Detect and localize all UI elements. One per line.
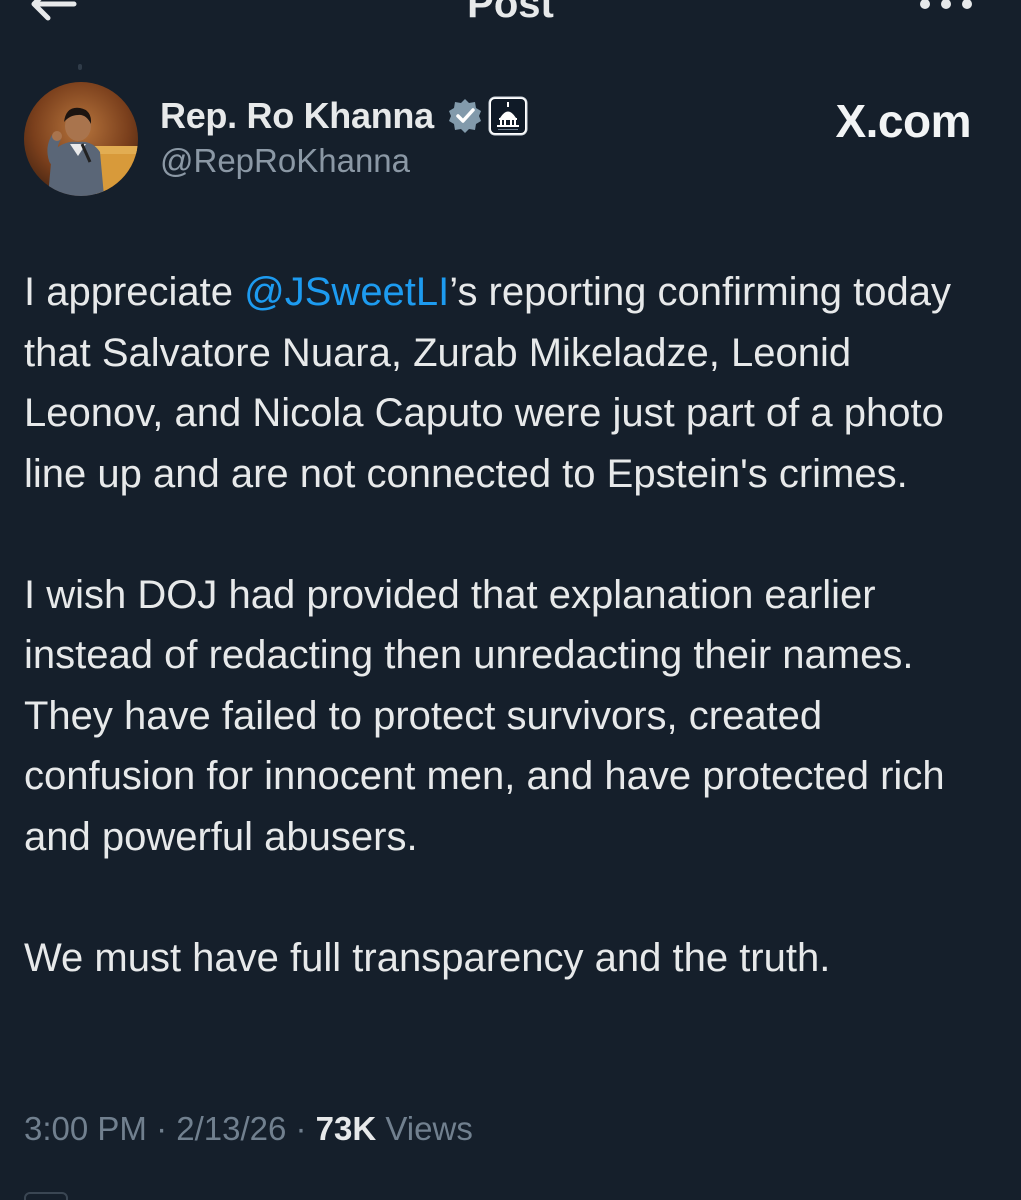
mention-link[interactable]: @JSweetLI xyxy=(244,270,449,314)
post-paragraph-1: I appreciate @JSweetLI’s reporting confi… xyxy=(24,262,999,504)
author-avatar[interactable] xyxy=(24,82,138,196)
post-time[interactable]: 3:00 PM xyxy=(24,1110,147,1147)
x-com-watermark: X.com xyxy=(835,95,971,147)
post-paragraph-3: We must have full transparency and the t… xyxy=(24,935,831,980)
views-label: Views xyxy=(376,1110,473,1147)
page-title: Post xyxy=(467,0,554,26)
post-text: I appreciate @JSweetLI’s reporting confi… xyxy=(24,262,999,988)
post-text-segment: I appreciate xyxy=(24,270,245,314)
avatar-photo xyxy=(24,82,138,196)
verified-badge-icon xyxy=(448,99,481,133)
bottom-edge-element xyxy=(24,1192,68,1200)
author-name-row: Rep. Ro Khanna xyxy=(160,94,528,138)
capitol-icon xyxy=(488,96,528,136)
post-metadata: 3:00 PM · 2/13/26 · 73K Views xyxy=(24,1110,473,1148)
views-count[interactable]: 73K xyxy=(316,1110,377,1147)
more-dots-icon xyxy=(920,0,972,9)
post-date[interactable]: 2/13/26 xyxy=(176,1110,286,1147)
meta-separator: · xyxy=(286,1110,316,1147)
post-page: Post Rep. Ro Khanna @RepRoKhanna X.com I… xyxy=(0,0,1021,1200)
divider-mark xyxy=(78,64,82,70)
author-handle[interactable]: @RepRoKhanna xyxy=(160,142,410,180)
post-paragraph-2: I wish DOJ had provided that explanation… xyxy=(24,572,945,859)
author-display-name[interactable]: Rep. Ro Khanna xyxy=(160,95,434,137)
meta-separator: · xyxy=(146,1110,177,1147)
more-options-button[interactable] xyxy=(917,0,975,16)
top-nav-bar: Post xyxy=(0,0,1021,28)
